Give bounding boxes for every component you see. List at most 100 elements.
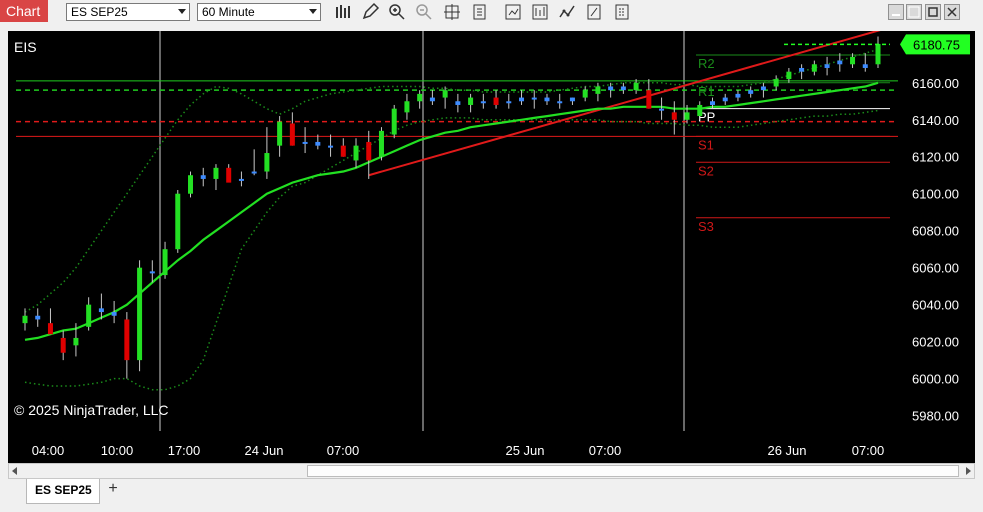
candle-body[interactable] — [850, 56, 856, 65]
candle-body[interactable] — [620, 86, 626, 91]
candle-body[interactable] — [188, 175, 194, 194]
candle-body[interactable] — [544, 97, 550, 102]
crosshair-icon[interactable] — [442, 2, 462, 22]
candle-body[interactable] — [328, 145, 334, 148]
candle-body[interactable] — [811, 64, 817, 72]
strategy-icon[interactable] — [503, 2, 523, 22]
candle-body[interactable] — [289, 123, 295, 146]
candle-body[interactable] — [226, 167, 232, 183]
candle-body[interactable] — [468, 97, 474, 105]
candle-body[interactable] — [277, 121, 283, 146]
candle-body[interactable] — [73, 337, 79, 346]
candle-body[interactable] — [35, 315, 41, 320]
candle-body[interactable] — [633, 82, 639, 91]
minimize-button[interactable] — [888, 4, 904, 20]
candle-body[interactable] — [786, 71, 792, 80]
candle-body[interactable] — [569, 97, 575, 102]
trend-line[interactable] — [368, 31, 890, 177]
candle-body[interactable] — [137, 267, 143, 361]
price-chart[interactable]: R2R1PPS1S2S36160.006140.006120.006100.00… — [8, 31, 975, 463]
float-button[interactable] — [906, 4, 922, 20]
candle-body[interactable] — [353, 145, 359, 161]
chart-panel[interactable]: R2 R1 PP S1 S2 S3 6160.00 6140.00 6120.00 6100.00… — [8, 31, 975, 463]
properties-icon[interactable] — [584, 2, 604, 22]
drawing-pencil-icon[interactable] — [360, 2, 380, 22]
candle-body[interactable] — [47, 323, 53, 335]
pivot-label-s2: S2 — [698, 163, 714, 178]
candle-body[interactable] — [531, 97, 537, 100]
templates-icon[interactable] — [612, 2, 632, 22]
scroll-right-icon[interactable] — [966, 467, 971, 475]
x-axis-tick-label: 07:00 — [852, 443, 885, 458]
candle-body[interactable] — [340, 145, 346, 157]
candle-body[interactable] — [455, 101, 461, 105]
candle-body[interactable] — [875, 43, 881, 65]
close-button[interactable] — [944, 4, 960, 20]
candle-body[interactable] — [709, 101, 715, 105]
candle-body[interactable] — [837, 60, 843, 65]
zoom-in-icon[interactable] — [387, 2, 407, 22]
data-box-icon[interactable] — [470, 2, 490, 22]
candle-body[interactable] — [582, 90, 588, 98]
maximize-button[interactable] — [925, 4, 941, 20]
candle-body[interactable] — [824, 64, 830, 68]
pivot-label-s1: S1 — [698, 137, 714, 152]
candle-body[interactable] — [519, 97, 525, 102]
candle-body[interactable] — [264, 153, 270, 172]
zoom-out-icon[interactable] — [414, 2, 434, 22]
candle-body[interactable] — [506, 101, 512, 104]
candle-body[interactable] — [124, 319, 130, 361]
scroll-left-icon[interactable] — [12, 467, 17, 475]
candle-body[interactable] — [98, 308, 104, 313]
candle-body[interactable] — [760, 86, 766, 91]
y-axis-tick-label: 6020.00 — [912, 335, 959, 350]
candle-body[interactable] — [697, 104, 703, 117]
candle-body[interactable] — [238, 178, 244, 181]
candle-body[interactable] — [417, 93, 423, 102]
candle-body[interactable] — [799, 67, 805, 72]
candle-body[interactable] — [442, 90, 448, 98]
candle-body[interactable] — [748, 90, 754, 94]
tab-es-sep25[interactable]: ES SEP25 — [26, 479, 100, 504]
candle-body[interactable] — [659, 108, 665, 111]
candle-body[interactable] — [162, 249, 168, 276]
chart-trader-icon[interactable] — [557, 2, 577, 22]
candle-body[interactable] — [429, 97, 435, 102]
candle-body[interactable] — [595, 86, 601, 94]
candle-body[interactable] — [608, 86, 614, 91]
candle-body[interactable] — [404, 101, 410, 113]
candle-body[interactable] — [493, 97, 499, 105]
candle-body[interactable] — [251, 171, 257, 174]
candle-body[interactable] — [646, 90, 652, 109]
candle-body[interactable] — [862, 64, 868, 68]
candle-body[interactable] — [671, 112, 677, 120]
candle-body[interactable] — [366, 141, 372, 161]
candle-body[interactable] — [175, 193, 181, 250]
pivot-label-r2: R2 — [698, 56, 715, 71]
candle-body[interactable] — [722, 97, 728, 102]
chart-scrollbar[interactable] — [8, 463, 975, 479]
scroll-thumb[interactable] — [307, 465, 959, 477]
candle-body[interactable] — [86, 304, 92, 327]
candle-body[interactable] — [315, 141, 321, 146]
candle-body[interactable] — [302, 141, 308, 144]
x-axis-tick-label: 10:00 — [101, 443, 134, 458]
instrument-selector[interactable]: ES SEP25 — [66, 3, 190, 21]
candle-body[interactable] — [391, 108, 397, 135]
candle-body[interactable] — [684, 112, 690, 120]
candle-body[interactable] — [22, 315, 28, 324]
candle-body[interactable] — [773, 79, 779, 87]
add-tab-button[interactable]: + — [104, 481, 122, 499]
candle-body[interactable] — [200, 175, 206, 179]
candle-body[interactable] — [557, 101, 563, 104]
bar-type-icon[interactable] — [333, 2, 353, 22]
candle-body[interactable] — [213, 167, 219, 179]
candle-body[interactable] — [480, 101, 486, 104]
indicators-icon[interactable] — [530, 2, 550, 22]
candle-body[interactable] — [735, 93, 741, 98]
candle-body[interactable] — [111, 312, 117, 316]
candle-body[interactable] — [378, 130, 384, 157]
candle-body[interactable] — [60, 337, 66, 353]
interval-selector[interactable]: 60 Minute — [197, 3, 321, 21]
candle-body[interactable] — [149, 271, 155, 274]
